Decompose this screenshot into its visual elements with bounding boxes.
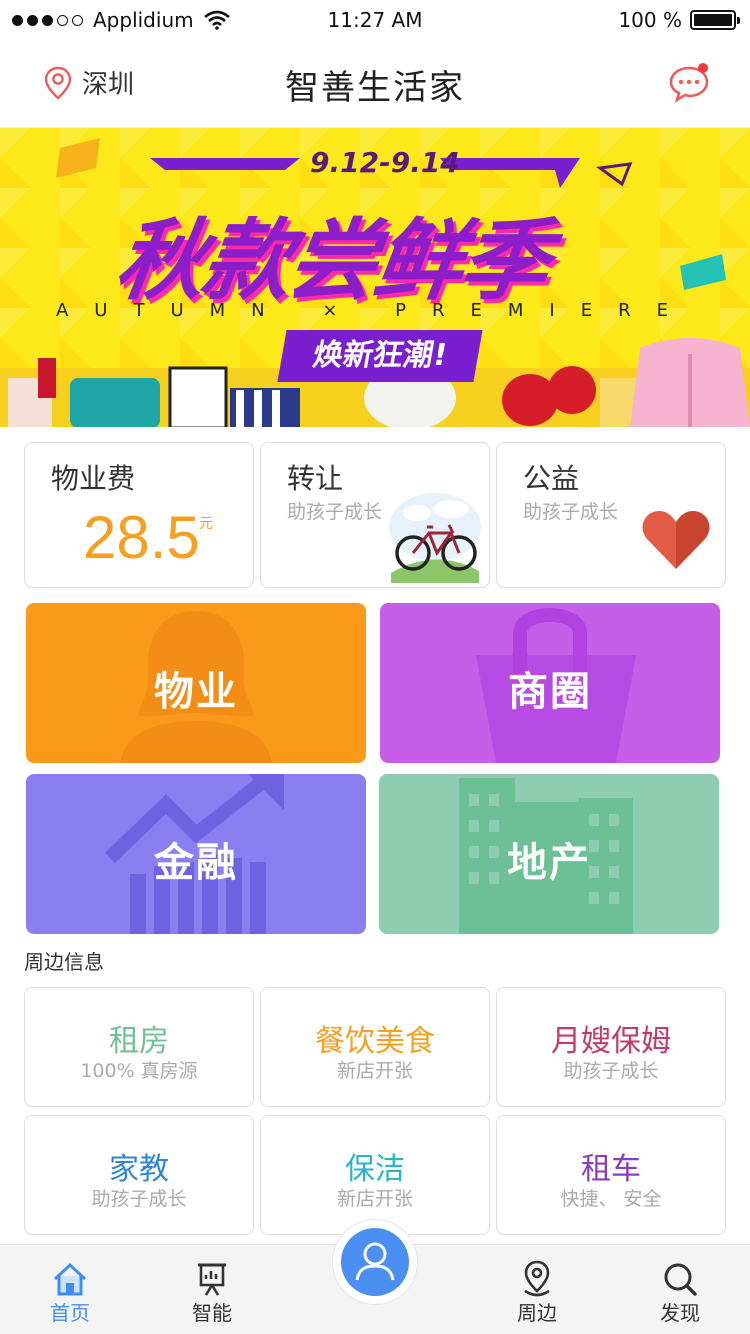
info-title: 租车 (581, 1152, 641, 1187)
real-estate-tile[interactable]: 地产 (379, 774, 719, 934)
tab-label: 智能 (192, 1301, 232, 1325)
status-right: 100 % (618, 8, 740, 32)
info-subtitle: 100% 真房源 (80, 1060, 198, 1082)
message-bubble-icon[interactable] (668, 62, 710, 104)
center-profile-button[interactable] (333, 1220, 417, 1304)
info-subtitle: 助孩子成长 (563, 1060, 659, 1082)
tutor-card[interactable]: 家教 助孩子成长 (24, 1115, 254, 1235)
property-fee-card[interactable]: 物业费 28.5 元 (24, 442, 254, 588)
card-title: 物业费 (51, 462, 136, 495)
card-subtitle: 助孩子成长 (523, 501, 619, 523)
fee-unit: 元 (199, 516, 213, 532)
tab-label: 周边 (517, 1301, 557, 1325)
user-avatar-icon (355, 1242, 395, 1281)
rent-house-card[interactable]: 租房 100% 真房源 (24, 987, 254, 1107)
property-tile[interactable]: 物业 (26, 603, 366, 763)
status-bar: Applidium 11:27 AM 100 % (0, 0, 750, 40)
tab-smart[interactable]: 智能 (162, 1259, 262, 1326)
location-pin-icon (524, 1260, 550, 1297)
card-title: 公益 (523, 462, 580, 495)
charity-card[interactable]: 公益 助孩子成长 (496, 442, 726, 588)
presentation-icon (198, 1263, 226, 1296)
info-subtitle: 快捷、 安全 (560, 1188, 662, 1210)
tile-label: 物业 (154, 669, 238, 715)
center-button-fill (341, 1228, 409, 1296)
food-card[interactable]: 餐饮美食 新店开张 (260, 987, 490, 1107)
info-title: 月嫂保姆 (551, 1024, 671, 1059)
info-title: 租房 (109, 1024, 169, 1059)
banner-subtitle: AUTUMN × PREMIERE (55, 300, 694, 321)
info-subtitle: 新店开张 (336, 1188, 413, 1210)
tab-label: 发现 (660, 1301, 700, 1325)
tab-nearby[interactable]: 周边 (487, 1259, 587, 1326)
info-title: 家教 (109, 1152, 169, 1187)
info-title: 餐饮美食 (315, 1024, 435, 1059)
business-district-tile[interactable]: 商圈 (380, 603, 720, 763)
card-subtitle: 助孩子成长 (287, 501, 383, 523)
battery-percent: 100 % (618, 8, 682, 32)
tile-label: 商圈 (508, 669, 592, 715)
info-subtitle: 新店开张 (336, 1060, 413, 1082)
info-subtitle: 助孩子成长 (91, 1188, 187, 1210)
fee-amount: 28.5 (83, 504, 200, 571)
car-rental-card[interactable]: 租车 快捷、 安全 (496, 1115, 726, 1235)
tab-home[interactable]: 首页 (20, 1259, 120, 1326)
transfer-card[interactable]: 转让 助孩子成长 (260, 442, 490, 588)
battery-icon (690, 10, 740, 30)
nanny-card[interactable]: 月嫂保姆 助孩子成长 (496, 987, 726, 1107)
tab-discover[interactable]: 发现 (630, 1259, 730, 1326)
card-title: 转让 (287, 462, 344, 495)
tile-label: 地产 (507, 840, 591, 886)
info-title: 保洁 (345, 1152, 405, 1187)
notification-dot (698, 63, 708, 73)
banner-date: 9.12-9.14 (310, 146, 460, 179)
tile-label: 金融 (154, 840, 238, 886)
banner-title: 秋款尝鲜季 (109, 209, 555, 312)
bicycle-icon (389, 493, 481, 583)
finance-tile[interactable]: 金融 (26, 774, 366, 934)
page-title: 智善生活家 (285, 68, 465, 108)
home-icon (53, 1262, 87, 1296)
heart-icon (642, 511, 710, 569)
section-title: 周边信息 (24, 950, 104, 974)
battery-level (694, 14, 732, 26)
cleaning-card[interactable]: 保洁 新店开张 (260, 1115, 490, 1235)
search-icon (664, 1263, 697, 1296)
banner-tag: 焕新狂潮! (277, 330, 483, 382)
nav-bar: 深圳 智善生活家 (0, 40, 750, 128)
promo-banner[interactable]: 9.12-9.14 秋款尝鲜季 AUTUMN × PREMIERE 焕新狂潮! (0, 128, 750, 427)
tab-label: 首页 (50, 1301, 90, 1325)
